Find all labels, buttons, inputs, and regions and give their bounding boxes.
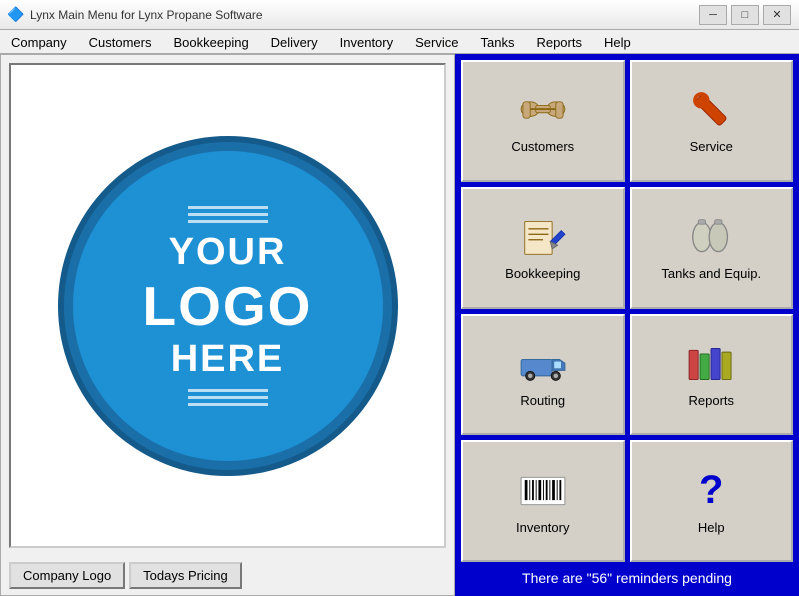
maximize-button[interactable]: □ xyxy=(731,5,759,25)
routing-button[interactable]: Routing xyxy=(461,314,625,436)
tanks-label: Tanks and Equip. xyxy=(661,266,761,281)
title-bar: 🔷 Lynx Main Menu for Lynx Propane Softwa… xyxy=(0,0,799,30)
bookkeeping-button[interactable]: Bookkeeping xyxy=(461,187,625,309)
close-button[interactable]: ✕ xyxy=(763,5,791,25)
logo-area: YOUR LOGO HERE xyxy=(9,63,446,548)
logo-line-2 xyxy=(188,213,268,216)
menu-delivery[interactable]: Delivery xyxy=(260,30,329,54)
help-label: Help xyxy=(698,520,725,535)
grid-container: Customers Service xyxy=(461,60,793,562)
company-logo-button[interactable]: Company Logo xyxy=(9,562,125,589)
logo-text-logo: LOGO xyxy=(143,274,313,338)
status-text: There are "56" reminders pending xyxy=(461,562,793,590)
app-icon: 🔷 xyxy=(8,7,24,23)
window-controls: ─ □ ✕ xyxy=(699,5,791,25)
menu-reports[interactable]: Reports xyxy=(525,30,593,54)
logo-circle-outer: YOUR LOGO HERE xyxy=(58,136,398,476)
service-icon xyxy=(683,87,739,133)
logo-circle-inner: YOUR LOGO HERE xyxy=(73,151,383,461)
left-panel: YOUR LOGO HERE Company Logo Todays Prici… xyxy=(0,54,455,596)
customers-label: Customers xyxy=(511,139,574,154)
bottom-buttons: Company Logo Todays Pricing xyxy=(1,556,454,595)
logo-line-1 xyxy=(188,206,268,209)
logo-line-5 xyxy=(188,396,268,399)
bookkeeping-icon xyxy=(515,214,571,260)
reports-icon xyxy=(683,341,739,387)
menu-service[interactable]: Service xyxy=(404,30,469,54)
help-button[interactable]: ? Help xyxy=(630,440,794,562)
service-button[interactable]: Service xyxy=(630,60,794,182)
routing-label: Routing xyxy=(520,393,565,408)
title-text: Lynx Main Menu for Lynx Propane Software xyxy=(30,8,699,22)
inventory-icon xyxy=(515,468,571,514)
menu-company[interactable]: Company xyxy=(0,30,78,54)
tanks-button[interactable]: Tanks and Equip. xyxy=(630,187,794,309)
menu-customers[interactable]: Customers xyxy=(78,30,163,54)
inventory-button[interactable]: Inventory xyxy=(461,440,625,562)
todays-pricing-button[interactable]: Todays Pricing xyxy=(129,562,242,589)
tanks-icon xyxy=(683,214,739,260)
menu-bar: Company Customers Bookkeeping Delivery I… xyxy=(0,30,799,54)
right-panel: Customers Service xyxy=(455,54,799,596)
bookkeeping-label: Bookkeeping xyxy=(505,266,580,281)
logo-lines-bottom xyxy=(188,389,268,406)
menu-help[interactable]: Help xyxy=(593,30,642,54)
main-container: YOUR LOGO HERE Company Logo Todays Prici… xyxy=(0,54,799,596)
reports-button[interactable]: Reports xyxy=(630,314,794,436)
help-icon: ? xyxy=(683,468,739,514)
logo-line-3 xyxy=(188,220,268,223)
routing-icon xyxy=(515,341,571,387)
menu-tanks[interactable]: Tanks xyxy=(469,30,525,54)
logo-line-4 xyxy=(188,389,268,392)
service-label: Service xyxy=(690,139,733,154)
customers-icon xyxy=(515,87,571,133)
logo-text-your: YOUR xyxy=(169,231,287,274)
inventory-label: Inventory xyxy=(516,520,569,535)
logo-lines-top xyxy=(188,206,268,223)
menu-bookkeeping[interactable]: Bookkeeping xyxy=(163,30,260,54)
logo-line-6 xyxy=(188,403,268,406)
menu-inventory[interactable]: Inventory xyxy=(329,30,404,54)
logo-text-here: HERE xyxy=(171,338,285,381)
reports-label: Reports xyxy=(688,393,734,408)
minimize-button[interactable]: ─ xyxy=(699,5,727,25)
customers-button[interactable]: Customers xyxy=(461,60,625,182)
